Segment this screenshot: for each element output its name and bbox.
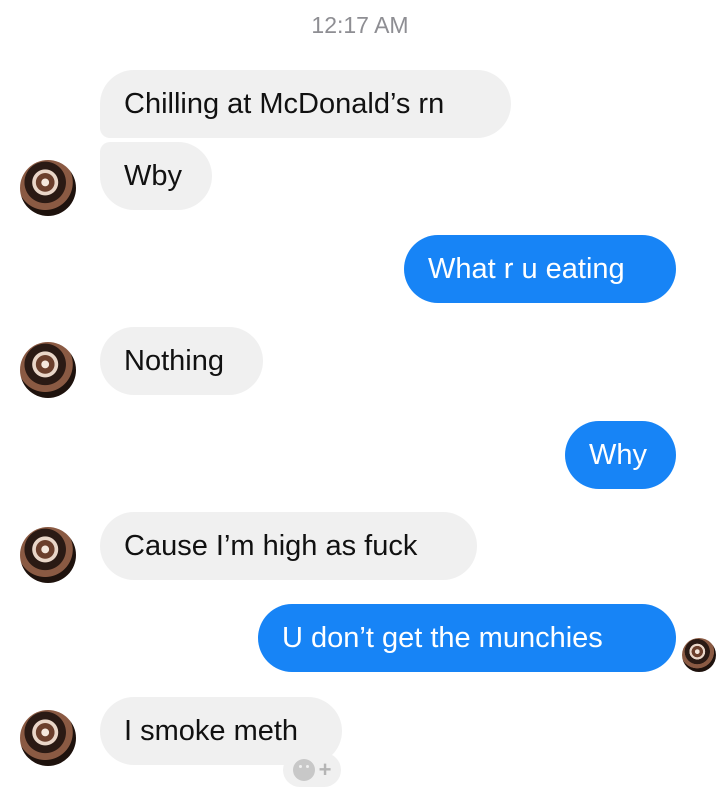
contact-avatar[interactable] (20, 710, 76, 766)
incoming-message-bubble[interactable]: Wby (100, 142, 212, 210)
add-reaction-button[interactable]: + (283, 753, 341, 787)
contact-avatar[interactable] (20, 160, 76, 216)
contact-avatar[interactable] (20, 342, 76, 398)
conversation-timestamp: 12:17 AM (311, 12, 409, 38)
read-receipt-avatar (682, 638, 716, 672)
incoming-message-bubble[interactable]: Chilling at McDonald’s rn (100, 70, 511, 138)
plus-icon: + (318, 757, 332, 782)
outgoing-message-bubble[interactable]: What r u eating (404, 235, 676, 303)
contact-avatar[interactable] (20, 527, 76, 583)
incoming-message-bubble[interactable]: Nothing (100, 327, 263, 395)
outgoing-message-bubble[interactable]: Why (565, 421, 676, 489)
incoming-message-bubble[interactable]: Cause I’m high as fuck (100, 512, 477, 580)
outgoing-message-bubble[interactable]: U don’t get the munchies (258, 604, 676, 672)
smiley-icon (292, 759, 315, 781)
